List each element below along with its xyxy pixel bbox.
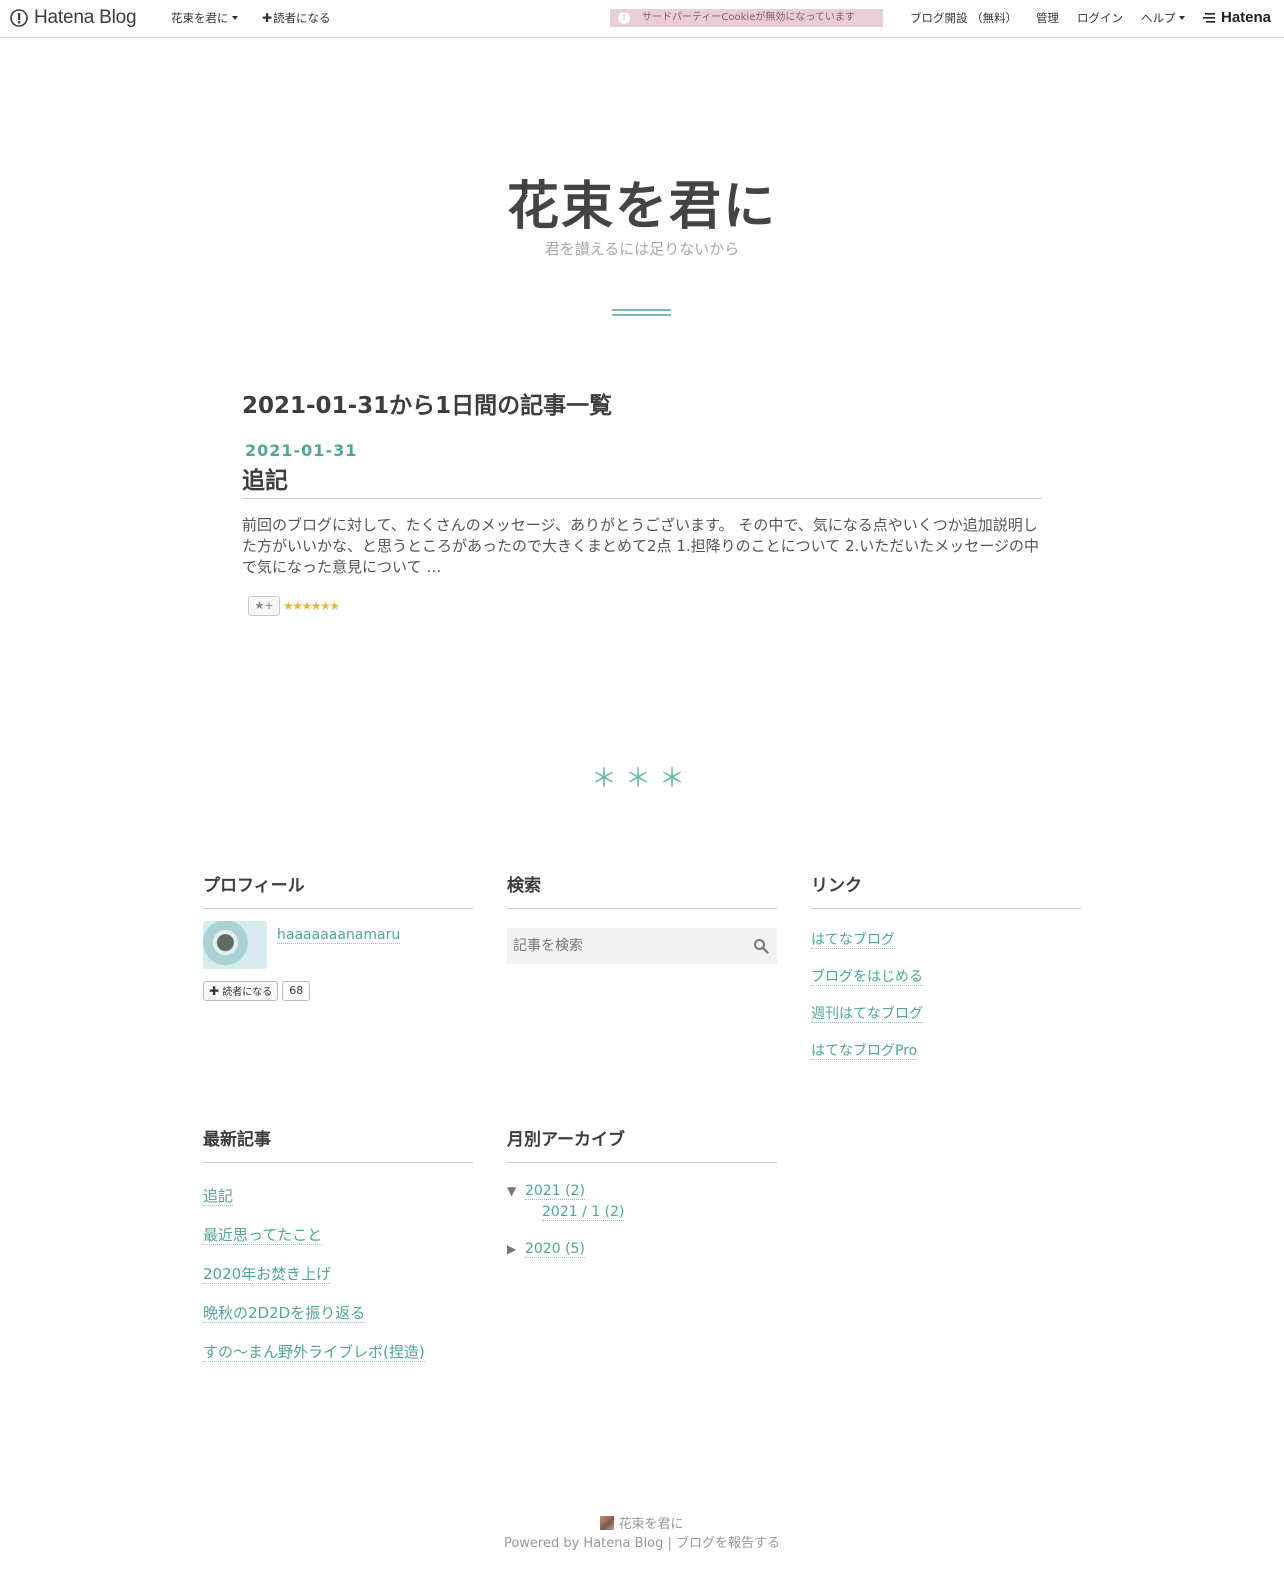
admin-link[interactable]: 管理 [1036,11,1059,25]
add-star-button[interactable]: ★+ [248,596,280,616]
archive-year-2021: ▼ 2021 (2) [507,1183,585,1200]
list-item: はてなブログ [811,929,923,949]
recent-entries-title: 最新記事 [203,1125,473,1163]
footer-blog-name[interactable]: 花束を君に [0,1513,1284,1532]
recent-entry-link[interactable]: 最近思ってたこと [203,1226,323,1245]
archive-heading: 2021-01-31から1日間の記事一覧 [242,393,613,419]
blog-menu-label: 花束を君に [171,11,229,25]
subscribe-button[interactable]: ✚ 読者になる [203,981,279,1001]
entry-divider [242,498,1042,499]
links-module: リンク はてなブログ ブログをはじめる 週刊はてなブログ はてなブログPro [811,871,1081,1071]
search-title: 検索 [507,871,777,909]
help-dropdown[interactable]: ヘルプ [1141,11,1185,25]
open-blog-link[interactable]: ブログ開設 （無料） [910,11,1017,25]
entry-date[interactable]: 2021-01-31 [245,441,357,460]
archive-year-2020: ▶ 2020 (5) [507,1241,585,1258]
archive-year-link[interactable]: 2021 (2) [525,1183,585,1200]
profile-module: プロフィール haaaaaaanamaru ✚ 読者になる 68 [203,871,473,1001]
recent-entries-list: 追記 最近思ってたこと 2020年お焚き上げ 晩秋の2D2Dを振り返る すの～ま… [203,1185,425,1380]
blog-description: 君を讃えるには足りないから [544,240,740,258]
hatena-logo[interactable]: Hatena [1203,9,1271,26]
archive-month-2021-1: 2021 / 1 (2) [542,1204,625,1221]
link-hatena-blog-pro[interactable]: はてなブログPro [811,1043,918,1060]
link-weekly-hatena-blog[interactable]: 週刊はてなブログ [811,1006,923,1023]
hatena-lines-icon [1203,12,1215,23]
footer-powered: Powered by Hatena Blog | ブログを報告する [0,1532,1284,1551]
stars-icon[interactable]: ★★★★★★ [283,599,340,613]
section-separator: ＊＊＊ [590,764,693,794]
global-header: Hatena Blog 花束を君に ✚読者になる ! サードパーティーCooki… [0,0,1284,38]
hatena-blog-logo-text: Hatena Blog [34,7,137,28]
hatena-blog-logo-icon [10,9,28,27]
subscribe-header-button[interactable]: ✚読者になる [262,11,331,25]
plus-icon: ✚ [209,984,220,998]
profile-title: プロフィール [203,871,473,909]
recent-entry-link[interactable]: 追記 [203,1187,234,1206]
entry-title[interactable]: 追記 [242,461,288,495]
profile-name: haaaaaaanamaru [277,927,401,944]
search-icon[interactable] [753,938,769,954]
blog-title[interactable]: 花束を君に [0,164,1284,239]
list-item: 週刊はてなブログ [811,1003,923,1023]
link-start-blog[interactable]: ブログをはじめる [811,969,923,986]
archive-month-link[interactable]: 2021 / 1 (2) [542,1204,625,1221]
chevron-down-icon [1178,16,1185,20]
links-title: リンク [811,871,1081,909]
search-form [507,928,777,964]
plus-icon: ✚ [262,11,273,25]
footer-blog-title: 花束を君に [618,1517,684,1532]
recent-entry-link[interactable]: すの～まん野外ライブレポ(捏造) [203,1343,425,1362]
help-label: ヘルプ [1141,11,1176,25]
triangle-right-icon[interactable]: ▶ [507,1242,525,1256]
list-item: はてなブログPro [811,1040,923,1060]
report-blog-link[interactable]: ブログを報告する [676,1536,780,1551]
login-link[interactable]: ログイン [1077,11,1123,25]
footer-separator: | [667,1536,672,1551]
recent-entries-module: 最新記事 追記 最近思ってたこと 2020年お焚き上げ 晩秋の2D2Dを振り返る… [203,1125,473,1375]
chevron-down-icon [231,16,238,20]
hatena-blog-logo[interactable]: Hatena Blog [10,7,137,29]
triangle-down-icon[interactable]: ▼ [507,1184,525,1198]
list-item: ブログをはじめる [811,966,923,986]
hatena-logo-text: Hatena [1221,9,1272,26]
subscriber-count[interactable]: 68 [282,981,311,1001]
cookie-warning-badge[interactable]: ! サードパーティーCookieが無効になっています [610,9,883,27]
subscribe-header-label: 読者になる [273,11,331,25]
profile-name-link[interactable]: haaaaaaanamaru [277,924,401,944]
link-hatena-blog[interactable]: はてなブログ [811,932,895,949]
avatar[interactable] [203,921,267,969]
recent-entry-link[interactable]: 2020年お焚き上げ [203,1265,332,1284]
warning-icon: ! [618,12,630,24]
cookie-warning-text: サードパーティーCookieが無効になっています [642,12,855,23]
header-divider [612,309,671,319]
list-item: 最近思ってたこと [203,1224,425,1245]
subscribe-row: ✚ 読者になる 68 [203,981,311,1001]
recent-entry-link[interactable]: 晩秋の2D2Dを振り返る [203,1304,366,1323]
list-item: 2020年お焚き上げ [203,1263,425,1284]
subscribe-button-label: 読者になる [222,987,273,998]
search-input[interactable] [507,928,749,964]
archive-year-link[interactable]: 2020 (5) [525,1241,585,1258]
entry-summary: 前回のブログに対して、たくさんのメッセージ、ありがとうございます。 その中で、気… [242,516,1039,576]
list-item: 晩秋の2D2Dを振り返る [203,1302,425,1323]
archive-title: 月別アーカイブ [507,1125,777,1163]
list-item: すの～まん野外ライブレポ(捏造) [203,1341,425,1362]
powered-by-link[interactable]: Powered by Hatena Blog [504,1536,663,1551]
list-item: 追記 [203,1185,425,1206]
search-module: 検索 [507,871,777,971]
links-list: はてなブログ ブログをはじめる 週刊はてなブログ はてなブログPro [811,929,923,1077]
blog-favicon-icon [600,1516,615,1530]
hatena-star: ★+ ★★★★★★ [248,596,340,616]
archive-module: 月別アーカイブ ▼ 2021 (2) 2021 / 1 (2) ▶ 2020 (5) [507,1125,777,1275]
blog-menu-dropdown[interactable]: 花束を君に [171,11,238,25]
